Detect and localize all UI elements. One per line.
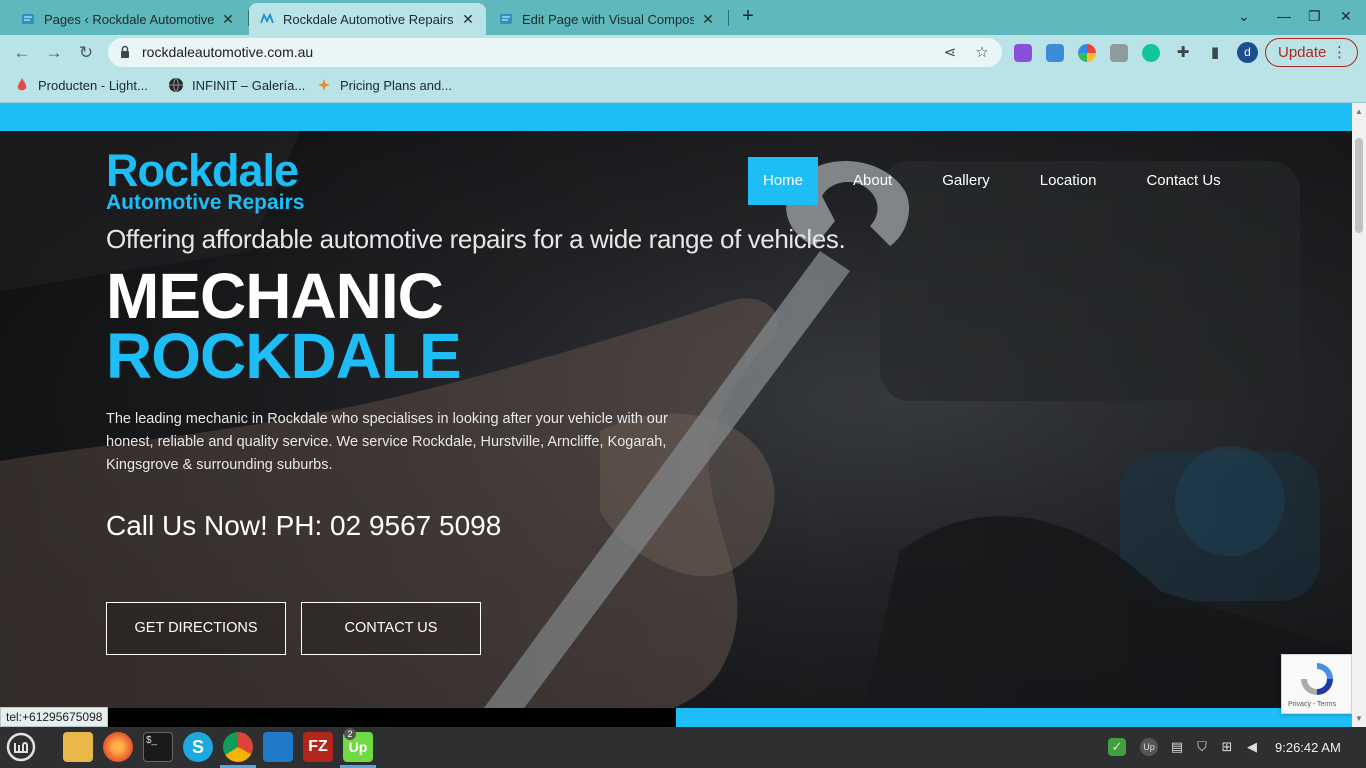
hero-section: Rockdale Automotive Repairs Home About G… <box>0 131 1352 727</box>
call-now-phone-link[interactable]: Call Us Now! PH: 02 9567 5098 <box>106 510 501 542</box>
fi-extension-icon[interactable] <box>1046 44 1064 62</box>
main-navigation: Home About Gallery Location Contact Us <box>748 157 1256 205</box>
wordpress-icon <box>500 14 512 24</box>
side-panel-icon[interactable]: ▮ <box>1206 44 1224 62</box>
status-link-preview: tel:+61295675098 <box>0 707 109 727</box>
bottom-accent-strip <box>676 708 1352 727</box>
update-button[interactable]: Update ⋮ <box>1265 38 1358 67</box>
lock-icon <box>121 45 129 58</box>
logo-line-2: Automotive Repairs <box>106 191 305 214</box>
tab-edit-page[interactable]: Edit Page with Visual Compos ✕ <box>488 3 726 35</box>
url-text: rockdaleautomotive.com.au <box>142 44 314 60</box>
back-arrow-icon[interactable]: ← <box>11 42 33 64</box>
profile-avatar[interactable]: d <box>1237 42 1258 63</box>
tab-pages-rockdale[interactable]: Pages ‹ Rockdale Automotive ✕ <box>10 3 246 35</box>
tab-rockdale-automotive[interactable]: Rockdale Automotive Repairs ✕ <box>249 3 486 35</box>
browser-toolbar: ← → ↻ rockdaleautomotive.com.au ⋖ ☆ ✚ ▮ … <box>0 35 1366 70</box>
get-directions-button[interactable]: GET DIRECTIONS <box>106 602 286 655</box>
upwork-notification-badge: 2 <box>344 728 356 740</box>
bookmark-producten[interactable]: Producten - Light... <box>14 77 148 93</box>
tab-title: Rockdale Automotive Repairs <box>283 11 454 27</box>
bookmark-infinit[interactable]: INFINIT – Galería... <box>168 77 305 93</box>
contact-us-button[interactable]: CONTACT US <box>301 602 481 655</box>
close-tab-icon[interactable]: ✕ <box>700 11 716 28</box>
recaptcha-badge[interactable]: Privacy - Terms <box>1281 654 1352 714</box>
nav-item-home[interactable]: Home <box>748 157 819 205</box>
menu-dots-icon: ⋮ <box>1332 44 1347 61</box>
flame-icon <box>17 78 27 91</box>
share-icon[interactable]: ⋖ <box>941 44 959 62</box>
wordpress-icon <box>22 14 34 24</box>
firefox-icon[interactable] <box>103 732 133 762</box>
hero-headline-rockdale: ROCKDALE <box>106 320 462 392</box>
filezilla-icon[interactable]: FZ <box>303 732 333 762</box>
bookmark-label: INFINIT – Galería... <box>192 77 306 93</box>
reload-icon[interactable]: ↻ <box>75 42 97 64</box>
extensions-puzzle-icon[interactable]: ✚ <box>1174 44 1192 62</box>
files-icon[interactable] <box>63 732 93 762</box>
logo-line-1: Rockdale <box>106 145 299 196</box>
volume-tray-icon[interactable]: ◀ <box>1243 738 1261 756</box>
tab-title: Edit Page with Visual Compos <box>522 11 694 27</box>
recaptcha-icon <box>1301 663 1333 695</box>
tab-title: Pages ‹ Rockdale Automotive <box>44 11 214 27</box>
web-page: Rockdale Automotive Repairs Home About G… <box>0 103 1352 727</box>
page-scrollbar[interactable]: ▲ ▼ <box>1352 103 1366 727</box>
nav-item-contact-us[interactable]: Contact Us <box>1131 157 1235 205</box>
scroll-up-arrow-icon[interactable]: ▲ <box>1355 107 1363 116</box>
forward-arrow-icon[interactable]: → <box>43 42 65 64</box>
close-window-icon[interactable]: ✕ <box>1340 8 1352 25</box>
vscode-icon[interactable] <box>263 732 293 762</box>
bookmark-pricing[interactable]: Pricing Plans and... <box>316 77 452 93</box>
upwork-tray-icon[interactable]: Up <box>1140 738 1158 756</box>
recaptcha-links[interactable]: Privacy - Terms <box>1288 701 1336 708</box>
update-manager-tray-icon[interactable]: ✓ <box>1108 738 1126 756</box>
network-tray-icon[interactable]: ⊞ <box>1218 738 1236 756</box>
scroll-down-arrow-icon[interactable]: ▼ <box>1355 714 1363 723</box>
mint-menu-icon[interactable] <box>6 732 36 762</box>
close-tab-icon[interactable]: ✕ <box>460 11 476 28</box>
grammarly-extension-icon[interactable] <box>1142 44 1160 62</box>
nav-item-location[interactable]: Location <box>1025 157 1112 205</box>
new-tab-button[interactable]: + <box>737 6 759 28</box>
address-bar[interactable]: rockdaleautomotive.com.au ⋖ ☆ <box>108 38 1002 67</box>
browser-tab-bar: Pages ‹ Rockdale Automotive ✕ Rockdale A… <box>0 0 1366 35</box>
chrome-icon[interactable] <box>223 732 253 762</box>
tab-separator <box>728 10 729 26</box>
clipboard-tray-icon[interactable]: ▤ <box>1168 738 1186 756</box>
scrollbar-thumb[interactable] <box>1355 138 1363 233</box>
nav-item-gallery[interactable]: Gallery <box>927 157 1005 205</box>
link-extension-icon[interactable] <box>1110 44 1128 62</box>
update-label: Update <box>1278 44 1327 61</box>
bookmark-label: Pricing Plans and... <box>340 77 453 93</box>
os-taskbar: $_ S FZ Up 2 ✓ Up ▤ ⛉ ⊞ ◀ 9:26:42 AM <box>0 727 1366 768</box>
close-tab-icon[interactable]: ✕ <box>220 11 236 28</box>
terminal-icon[interactable]: $_ <box>143 732 173 762</box>
maximize-icon[interactable]: ❐ <box>1308 8 1321 25</box>
color-picker-extension-icon[interactable] <box>1078 44 1096 62</box>
shield-tray-icon[interactable]: ⛉ <box>1193 738 1211 756</box>
bookmarks-bar: Producten - Light... INFINIT – Galería..… <box>0 70 1366 103</box>
nav-item-about[interactable]: About <box>838 157 907 205</box>
top-accent-strip <box>0 103 1352 131</box>
sparkle-icon <box>318 79 330 91</box>
globe-icon <box>169 77 183 93</box>
quill-extension-icon[interactable] <box>1014 44 1032 62</box>
minimize-icon[interactable]: — <box>1277 8 1291 24</box>
hero-intro-text: The leading mechanic in Rockdale who spe… <box>106 411 668 473</box>
bookmark-label: Producten - Light... <box>38 77 148 93</box>
hero-tagline: Offering affordable automotive repairs f… <box>106 224 846 254</box>
tab-search-chevron-icon[interactable]: ⌄ <box>1238 8 1250 25</box>
system-clock[interactable]: 9:26:42 AM <box>1275 740 1341 755</box>
site-logo[interactable]: Rockdale Automotive Repairs <box>106 148 304 214</box>
skype-icon[interactable]: S <box>183 732 213 762</box>
rockdale-favicon-icon <box>260 12 274 24</box>
bookmark-star-icon[interactable]: ☆ <box>973 44 991 62</box>
